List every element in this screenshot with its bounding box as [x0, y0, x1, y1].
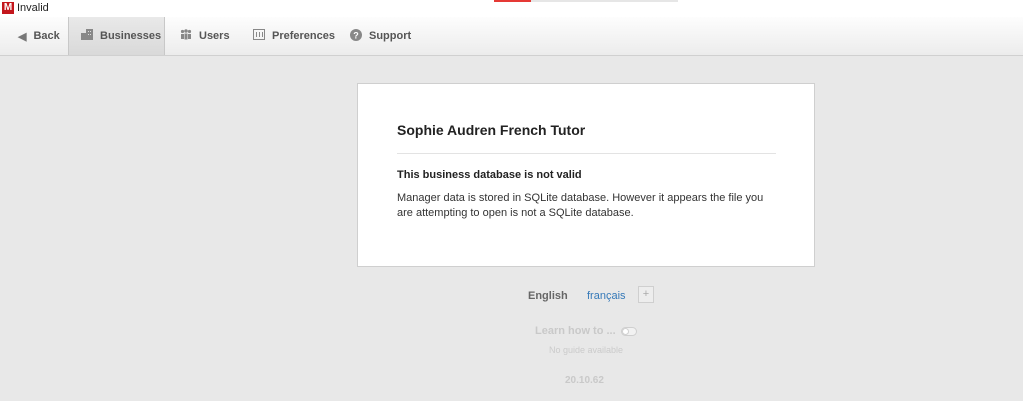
users-icon	[180, 29, 192, 43]
app-logo-icon: M	[2, 2, 14, 14]
card-divider	[397, 153, 776, 154]
back-button[interactable]: ◀ Back	[6, 17, 72, 55]
tab-support[interactable]: ? Support	[338, 17, 423, 55]
triangle-left-icon: ◀	[18, 30, 27, 43]
error-heading: This business database is not valid	[397, 169, 582, 181]
titlebar-accent	[494, 0, 678, 2]
svg-text:?: ?	[353, 30, 359, 40]
learn-how-to-label: Learn how to ...	[535, 325, 616, 337]
window-title: Invalid	[17, 2, 49, 14]
error-message: Manager data is stored in SQLite databas…	[397, 192, 764, 219]
learn-toggle[interactable]	[621, 327, 637, 336]
no-guide-text: No guide available	[549, 345, 624, 355]
language-english[interactable]: English	[528, 290, 568, 302]
top-toolbar: ◀ Back Businesses Users Preferences ? Su…	[0, 17, 1023, 56]
toggle-knob	[622, 328, 629, 335]
tab-support-label: Support	[369, 30, 412, 42]
tab-preferences[interactable]: Preferences	[241, 17, 347, 55]
tab-users[interactable]: Users	[168, 17, 242, 55]
window-titlebar: M Invalid	[0, 0, 1023, 17]
tab-businesses[interactable]: Businesses	[68, 17, 165, 55]
back-label: Back	[33, 30, 60, 42]
preferences-icon	[253, 29, 265, 43]
tab-preferences-label: Preferences	[272, 30, 335, 42]
tab-businesses-label: Businesses	[100, 30, 162, 42]
buildings-icon	[81, 29, 93, 43]
version-label: 20.10.62	[565, 375, 604, 386]
language-french-link[interactable]: français	[587, 290, 626, 302]
add-language-button[interactable]: +	[638, 286, 654, 303]
error-card: Sophie Audren French Tutor This business…	[357, 83, 815, 267]
tab-users-label: Users	[199, 30, 230, 42]
question-circle-icon: ?	[350, 28, 362, 44]
business-title: Sophie Audren French Tutor	[397, 122, 586, 138]
